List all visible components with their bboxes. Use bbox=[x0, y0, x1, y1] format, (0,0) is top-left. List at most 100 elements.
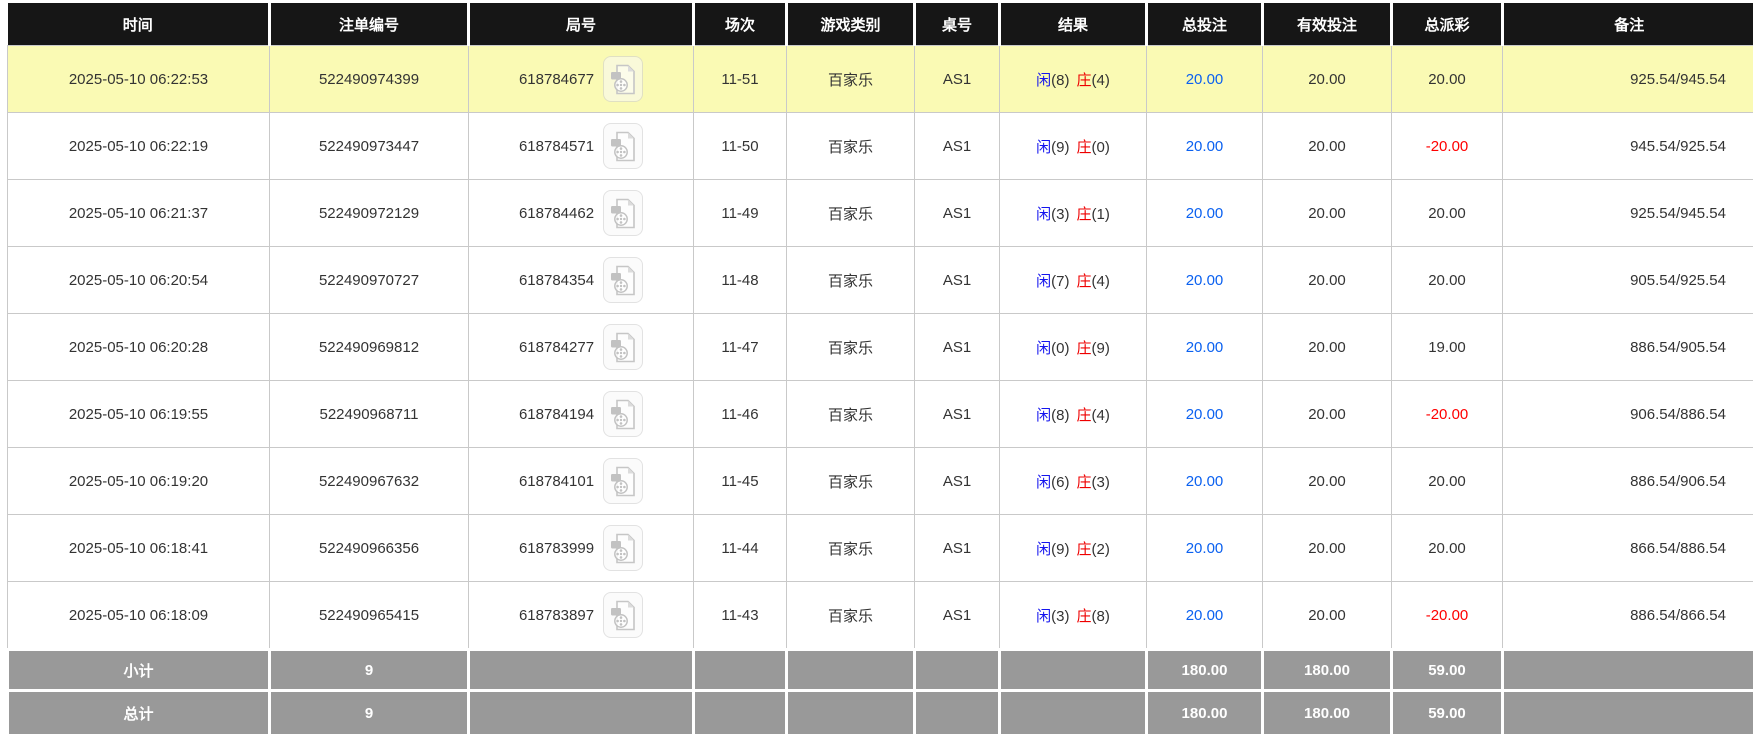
player-result-label: 闲 bbox=[1036, 541, 1051, 558]
video-replay-button[interactable] bbox=[603, 592, 643, 638]
round-id-cell: 618783897 bbox=[469, 582, 694, 650]
game-type-cell: 百家乐 bbox=[787, 247, 915, 314]
banker-result-label: 庄 bbox=[1077, 541, 1092, 558]
banker-result-value: (3) bbox=[1092, 474, 1110, 491]
total-bet-link[interactable]: 20.00 bbox=[1186, 406, 1224, 423]
round-id: 618784277 bbox=[519, 339, 594, 356]
remark-cell: 886.54/906.54 bbox=[1503, 448, 1753, 515]
banker-result-label: 庄 bbox=[1077, 273, 1092, 290]
table-row: 2025-05-10 06:22:19 522490973447 6187845… bbox=[8, 113, 1753, 180]
remark-cell: 925.54/945.54 bbox=[1503, 180, 1753, 247]
valid-bet-cell: 20.00 bbox=[1263, 515, 1392, 582]
video-replay-button[interactable] bbox=[603, 525, 643, 571]
bet-id-cell: 522490973447 bbox=[270, 113, 469, 180]
footer-empty-cell bbox=[1503, 650, 1753, 691]
bet-id-cell: 522490967632 bbox=[270, 448, 469, 515]
game-type-cell: 百家乐 bbox=[787, 582, 915, 650]
table-row: 2025-05-10 06:19:20 522490967632 6187841… bbox=[8, 448, 1753, 515]
total-bet-link[interactable]: 20.00 bbox=[1186, 607, 1224, 624]
game-type-cell: 百家乐 bbox=[787, 515, 915, 582]
total-bet-link[interactable]: 20.00 bbox=[1186, 540, 1224, 557]
video-replay-button[interactable] bbox=[603, 458, 643, 504]
subtotal-row: 小计 9 180.00 180.00 59.00 bbox=[8, 650, 1753, 691]
footer-empty-cell bbox=[1000, 650, 1147, 691]
total-bet-link[interactable]: 20.00 bbox=[1186, 473, 1224, 490]
round-id-cell: 618784101 bbox=[469, 448, 694, 515]
column-header-valid-bet: 有效投注 bbox=[1263, 3, 1392, 46]
total-bet-cell: 20.00 bbox=[1147, 448, 1263, 515]
session-cell: 11-51 bbox=[694, 46, 787, 113]
player-result-value: (6) bbox=[1051, 474, 1069, 491]
table-no-cell: AS1 bbox=[915, 314, 1000, 381]
bet-time-cell: 2025-05-10 06:19:20 bbox=[8, 448, 270, 515]
remark-cell: 866.54/886.54 bbox=[1503, 515, 1753, 582]
total-bet-link[interactable]: 20.00 bbox=[1186, 71, 1224, 88]
round-id-cell: 618784277 bbox=[469, 314, 694, 381]
subtotal-valid-bet: 180.00 bbox=[1263, 650, 1392, 691]
valid-bet-cell: 20.00 bbox=[1263, 247, 1392, 314]
video-replay-button[interactable] bbox=[603, 190, 643, 236]
bet-id-cell: 522490965415 bbox=[270, 582, 469, 650]
payout-cell: 20.00 bbox=[1392, 46, 1503, 113]
video-replay-button[interactable] bbox=[603, 324, 643, 370]
banker-result-label: 庄 bbox=[1077, 608, 1092, 625]
total-bet-link[interactable]: 20.00 bbox=[1186, 272, 1224, 289]
column-header-total-bet: 总投注 bbox=[1147, 3, 1263, 46]
table-row: 2025-05-10 06:20:54 522490970727 6187843… bbox=[8, 247, 1753, 314]
footer-empty-cell bbox=[469, 650, 694, 691]
player-result-value: (0) bbox=[1051, 340, 1069, 357]
total-bet-cell: 20.00 bbox=[1147, 381, 1263, 448]
total-bet-link[interactable]: 20.00 bbox=[1186, 138, 1224, 155]
banker-result-label: 庄 bbox=[1077, 340, 1092, 357]
video-replay-button[interactable] bbox=[603, 391, 643, 437]
result-cell: 闲(3)庄(1) bbox=[1000, 180, 1147, 247]
video-replay-button[interactable] bbox=[603, 56, 643, 102]
total-bet-cell: 20.00 bbox=[1147, 247, 1263, 314]
round-id-cell: 618784194 bbox=[469, 381, 694, 448]
player-result-value: (9) bbox=[1051, 139, 1069, 156]
video-file-icon bbox=[610, 399, 636, 430]
round-id: 618784194 bbox=[519, 406, 594, 423]
round-id-cell: 618784677 bbox=[469, 46, 694, 113]
column-header-bet-id: 注单编号 bbox=[270, 3, 469, 46]
table-row: 2025-05-10 06:21:37 522490972129 6187844… bbox=[8, 180, 1753, 247]
table-header: 时间 注单编号 局号 场次 游戏类别 桌号 结果 总投注 有效投注 总派彩 备注 bbox=[8, 3, 1753, 46]
session-cell: 11-48 bbox=[694, 247, 787, 314]
footer-empty-cell bbox=[915, 691, 1000, 736]
player-result-label: 闲 bbox=[1036, 340, 1051, 357]
game-type-cell: 百家乐 bbox=[787, 180, 915, 247]
table-row: 2025-05-10 06:19:55 522490968711 6187841… bbox=[8, 381, 1753, 448]
game-type-cell: 百家乐 bbox=[787, 448, 915, 515]
payout-cell: -20.00 bbox=[1392, 582, 1503, 650]
banker-result-value: (4) bbox=[1092, 273, 1110, 290]
round-id: 618784571 bbox=[519, 138, 594, 155]
total-row: 总计 9 180.00 180.00 59.00 bbox=[8, 691, 1753, 736]
footer-empty-cell bbox=[915, 650, 1000, 691]
column-header-payout: 总派彩 bbox=[1392, 3, 1503, 46]
video-file-icon bbox=[610, 198, 636, 229]
video-replay-button[interactable] bbox=[603, 123, 643, 169]
session-cell: 11-43 bbox=[694, 582, 787, 650]
table-row: 2025-05-10 06:22:53 522490974399 6187846… bbox=[8, 46, 1753, 113]
valid-bet-cell: 20.00 bbox=[1263, 582, 1392, 650]
player-result-label: 闲 bbox=[1036, 608, 1051, 625]
result-cell: 闲(0)庄(9) bbox=[1000, 314, 1147, 381]
session-cell: 11-45 bbox=[694, 448, 787, 515]
column-header-result: 结果 bbox=[1000, 3, 1147, 46]
player-result-value: (7) bbox=[1051, 273, 1069, 290]
total-bet-link[interactable]: 20.00 bbox=[1186, 339, 1224, 356]
video-replay-button[interactable] bbox=[603, 257, 643, 303]
banker-result-value: (4) bbox=[1092, 407, 1110, 424]
player-result-label: 闲 bbox=[1036, 407, 1051, 424]
subtotal-total-bet: 180.00 bbox=[1147, 650, 1263, 691]
bet-id-cell: 522490968711 bbox=[270, 381, 469, 448]
total-valid-bet: 180.00 bbox=[1263, 691, 1392, 736]
result-cell: 闲(9)庄(2) bbox=[1000, 515, 1147, 582]
bet-id-cell: 522490969812 bbox=[270, 314, 469, 381]
subtotal-label: 小计 bbox=[8, 650, 270, 691]
video-file-icon bbox=[610, 533, 636, 564]
total-bet-link[interactable]: 20.00 bbox=[1186, 205, 1224, 222]
round-id: 618784354 bbox=[519, 272, 594, 289]
column-header-session: 场次 bbox=[694, 3, 787, 46]
footer-empty-cell bbox=[787, 691, 915, 736]
